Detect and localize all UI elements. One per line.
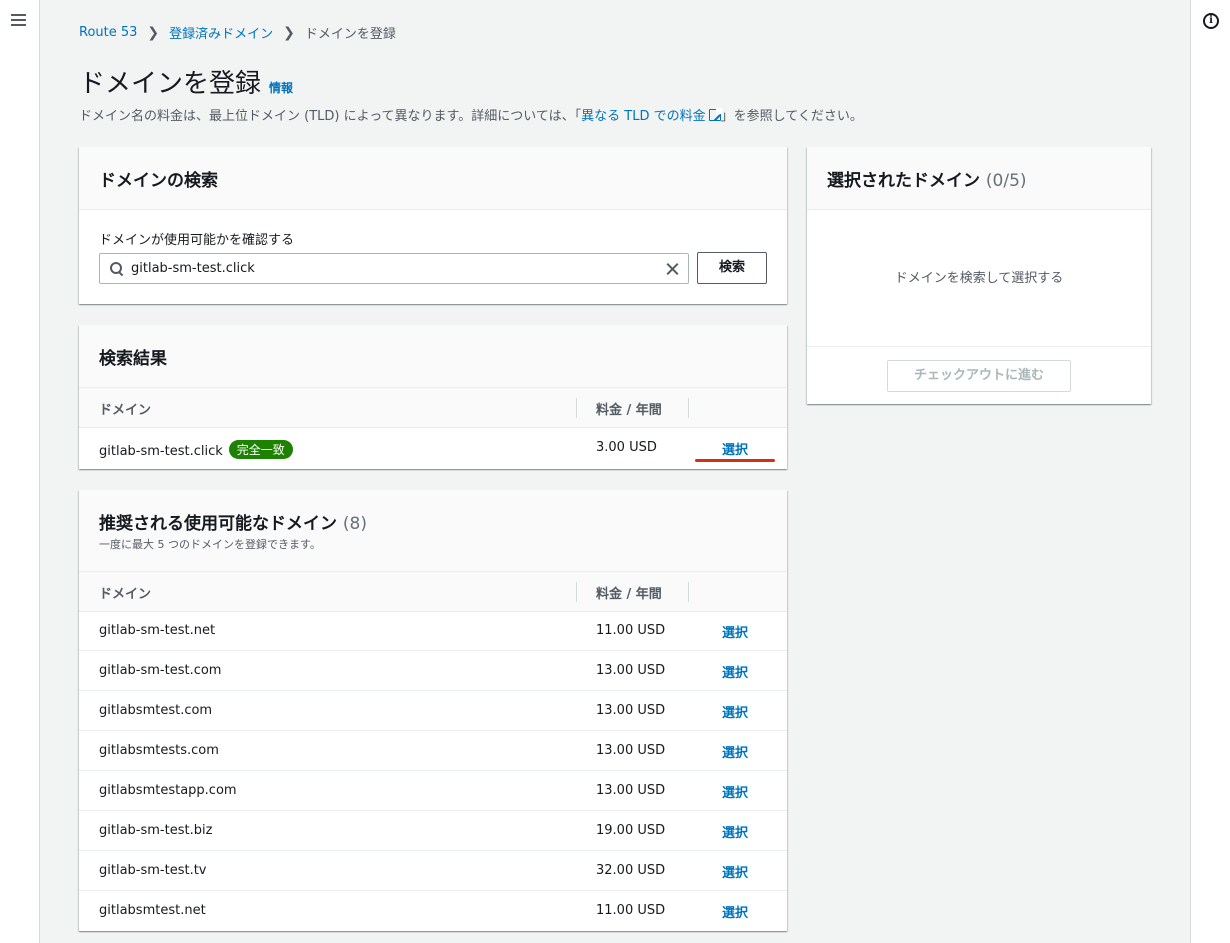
- search-results-header: 検索結果: [79, 325, 787, 388]
- column-header-price: 料金 / 年間: [596, 403, 662, 418]
- selected-domains-count: (0/5): [985, 170, 1027, 191]
- exact-match-badge: 完全一致: [228, 440, 293, 459]
- selected-domains-card: 選択されたドメイン (0/5) ドメインを検索して選択する チェックアウトに進む: [807, 147, 1151, 404]
- selected-domains-footer: チェックアウトに進む: [807, 346, 1151, 404]
- table-row: gitlab-sm-test.biz 19.00 USD 選択: [79, 811, 787, 851]
- table-row: gitlab-sm-test.click 完全一致 3.00 USD 選択: [79, 428, 787, 468]
- select-link[interactable]: 選択: [722, 622, 748, 641]
- results-table-header: ドメイン 料金 / 年間: [79, 388, 787, 428]
- column-header-domain: ドメイン: [99, 587, 152, 602]
- domain-name: gitlab-sm-test.click 完全一致: [99, 440, 293, 459]
- domain-price: 19.00 USD: [596, 823, 666, 838]
- select-link[interactable]: 選択: [722, 439, 748, 458]
- breadcrumb-registered-domains[interactable]: 登録済みドメイン: [169, 23, 273, 42]
- suggested-domains-count: (8): [342, 514, 368, 534]
- selected-domains-header: 選択されたドメイン (0/5): [807, 147, 1151, 210]
- right-help-rail: i: [1190, 0, 1230, 943]
- select-link[interactable]: 選択: [722, 862, 748, 881]
- column-header-domain: ドメイン: [99, 403, 152, 418]
- table-row: gitlabsmtest.net 11.00 USD 選択: [79, 891, 787, 931]
- suggested-domains-card: 推奨される使用可能なドメイン (8) 一度に最大 5 つのドメインを登録できます…: [79, 490, 787, 931]
- info-link[interactable]: 情報: [269, 79, 293, 96]
- column-divider: [688, 398, 689, 418]
- selected-domains-title-text: 選択されたドメイン: [827, 170, 980, 191]
- suggested-domains-title-text: 推奨される使用可能なドメイン: [99, 514, 337, 534]
- domain-name: gitlabsmtestapp.com: [99, 783, 237, 798]
- menu-icon[interactable]: [11, 14, 26, 26]
- info-icon[interactable]: i: [1203, 13, 1219, 29]
- search-results-title: 検索結果: [99, 348, 167, 369]
- search-results-card: 検索結果 ドメイン 料金 / 年間 gitlab-sm-test.click 完全…: [79, 325, 787, 469]
- table-row: gitlabsmtestapp.com 13.00 USD 選択: [79, 771, 787, 811]
- table-row: gitlab-sm-test.net 11.00 USD 選択: [79, 611, 787, 651]
- column-divider: [576, 582, 577, 602]
- domain-price: 13.00 USD: [596, 703, 666, 718]
- domain-search-title: ドメインの検索: [99, 170, 218, 191]
- column-header-price: 料金 / 年間: [596, 587, 662, 602]
- column-divider: [688, 582, 689, 602]
- page-header: ドメインを登録 情報: [79, 63, 293, 100]
- external-link-icon: [708, 108, 722, 121]
- domain-price: 11.00 USD: [596, 903, 666, 918]
- checkout-button[interactable]: チェックアウトに進む: [887, 360, 1071, 392]
- page-title: ドメインを登録: [79, 69, 262, 99]
- suggested-domains-title: 推奨される使用可能なドメイン (8): [99, 509, 767, 534]
- domain-name: gitlabsmtest.com: [99, 703, 213, 718]
- chevron-right-icon: ❯: [283, 24, 295, 41]
- breadcrumb-route53[interactable]: Route 53: [79, 25, 137, 40]
- select-link[interactable]: 選択: [722, 782, 748, 801]
- chevron-right-icon: ❯: [147, 24, 160, 41]
- domain-name: gitlabsmtest.net: [99, 903, 206, 918]
- domain-name: gitlabsmtests.com: [99, 743, 219, 758]
- annotation-underline: [695, 459, 775, 462]
- suggested-domains-header: 推奨される使用可能なドメイン (8) 一度に最大 5 つのドメインを登録できます…: [79, 490, 787, 572]
- domain-search-header: ドメインの検索: [79, 147, 787, 210]
- domain-search-box: [99, 253, 689, 284]
- breadcrumb: Route 53 ❯ 登録済みドメイン ❯ ドメインを登録: [79, 23, 396, 43]
- domain-name: gitlab-sm-test.biz: [99, 823, 213, 838]
- domain-price: 32.00 USD: [596, 863, 666, 878]
- table-row: gitlab-sm-test.tv 32.00 USD 選択: [79, 851, 787, 891]
- table-row: gitlab-sm-test.com 13.00 USD 選択: [79, 651, 787, 691]
- domain-name: gitlab-sm-test.net: [99, 623, 216, 638]
- breadcrumb-current: ドメインを登録: [304, 27, 396, 42]
- domain-price: 3.00 USD: [596, 440, 657, 455]
- domain-price: 13.00 USD: [596, 783, 666, 798]
- domain-search-input[interactable]: [131, 261, 651, 276]
- domain-name: gitlab-sm-test.com: [99, 663, 222, 678]
- description-text-post: 」を参照してください。: [720, 109, 863, 124]
- selected-domains-title: 選択されたドメイン (0/5): [827, 166, 1131, 191]
- tld-pricing-link[interactable]: 異なる TLD での料金: [581, 108, 722, 124]
- left-nav-rail: [0, 0, 40, 943]
- clear-icon[interactable]: [665, 261, 680, 276]
- domain-name: gitlab-sm-test.tv: [99, 863, 207, 878]
- select-link[interactable]: 選択: [722, 822, 748, 841]
- select-link[interactable]: 選択: [722, 902, 748, 921]
- domain-search-label: ドメインが使用可能かを確認する: [99, 233, 295, 248]
- search-button[interactable]: 検索: [697, 252, 767, 284]
- tld-pricing-link-label: 異なる TLD での料金: [581, 109, 706, 124]
- domain-price: 11.00 USD: [596, 623, 666, 638]
- description-text-pre: ドメイン名の料金は、最上位ドメイン (TLD) によって異なります。詳細について…: [79, 109, 582, 124]
- table-row: gitlabsmtests.com 13.00 USD 選択: [79, 731, 787, 771]
- select-link[interactable]: 選択: [722, 662, 748, 681]
- domain-price: 13.00 USD: [596, 663, 666, 678]
- column-divider: [576, 398, 577, 418]
- select-link[interactable]: 選択: [722, 702, 748, 721]
- table-row: gitlabsmtest.com 13.00 USD 選択: [79, 691, 787, 731]
- page-description: ドメイン名の料金は、最上位ドメイン (TLD) によって異なります。詳細について…: [79, 105, 863, 124]
- suggested-domains-subtitle: 一度に最大 5 つのドメインを登録できます。: [99, 538, 321, 551]
- select-link[interactable]: 選択: [722, 742, 748, 761]
- search-icon: [110, 262, 123, 275]
- suggested-table-header: ドメイン 料金 / 年間: [79, 572, 787, 612]
- domain-search-card: ドメインの検索 ドメインが使用可能かを確認する 検索: [79, 147, 787, 304]
- domain-name-text: gitlab-sm-test.click: [99, 444, 223, 459]
- domain-price: 13.00 USD: [596, 743, 666, 758]
- selected-empty-message: ドメインを検索して選択する: [894, 271, 1064, 286]
